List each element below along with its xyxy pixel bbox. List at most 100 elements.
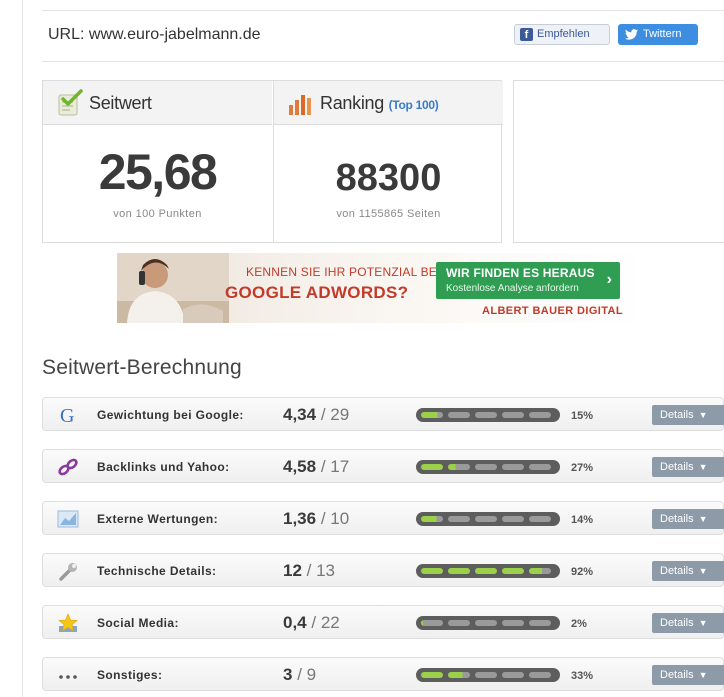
- progress-segment: [502, 620, 524, 626]
- ranking-header: Ranking (Top 100): [274, 81, 503, 125]
- seitwert-caption: von 100 Punkten: [113, 208, 202, 220]
- details-label: Details: [660, 461, 694, 473]
- progress-segment: [529, 672, 551, 678]
- row-label: Sonstiges:: [97, 668, 163, 682]
- row-score: 1,36: [283, 509, 317, 528]
- row-score-wrap: 0,4 / 22: [283, 613, 340, 633]
- ranking-card: Ranking (Top 100) 88300 von 1155865 Seit…: [273, 81, 503, 242]
- progress-segment: [448, 568, 470, 574]
- url-text: URL: www.euro-jabelmann.de: [48, 26, 261, 43]
- seitwert-card: Seitwert 25,68 von 100 Punkten: [43, 81, 272, 242]
- progress-segment: [502, 464, 524, 470]
- svg-text:G: G: [60, 405, 74, 425]
- ad-headline-2: GOOGLE ADWORDS?: [225, 283, 409, 302]
- progress-segment: [475, 464, 497, 470]
- ad-cta-title: WIR FINDEN ES HERAUS: [446, 266, 595, 280]
- row-score-max: 17: [330, 457, 350, 476]
- seitwert-header: Seitwert: [43, 81, 272, 125]
- chart-icon: [57, 509, 79, 529]
- facebook-recommend-label: Empfehlen: [537, 28, 590, 40]
- adwords-ad-banner[interactable]: KENNEN SIE IHR POTENZIAL BEI GOOGLE ADWO…: [117, 253, 647, 323]
- progress-bar: [416, 668, 560, 682]
- progress-segment: [475, 672, 497, 678]
- score-row: Externe Wertungen: 1,36 / 10 14% Details ▼: [42, 501, 724, 535]
- row-score: 4,58: [283, 457, 317, 476]
- progress-segment: [529, 412, 551, 418]
- progress-segment: [448, 464, 470, 470]
- row-percent: 2%: [571, 618, 587, 630]
- twitter-label: Twittern: [643, 28, 682, 40]
- caret-down-icon: ▼: [698, 618, 708, 628]
- progress-segment: [448, 620, 470, 626]
- row-score-separator: /: [301, 561, 317, 580]
- progress-segment: [421, 464, 443, 470]
- chain-link-icon: [57, 457, 79, 477]
- row-percent: 15%: [571, 410, 594, 422]
- ad-cta-button[interactable]: WIR FINDEN ES HERAUS Kostenlose Analyse …: [436, 262, 620, 299]
- row-label: Social Media:: [97, 616, 179, 630]
- score-row: Social Media: 0,4 / 22 2% Details ▼: [42, 605, 724, 639]
- progress-segment: [421, 620, 443, 626]
- ad-headline-1: KENNEN SIE IHR POTENZIAL BEI: [246, 265, 441, 279]
- progress-segment: [448, 412, 470, 418]
- caret-down-icon: ▼: [698, 670, 708, 680]
- progress-bar: [416, 616, 560, 630]
- row-score-wrap: 12 / 13: [283, 561, 335, 581]
- row-percent: 27%: [571, 462, 594, 474]
- row-score-max: 9: [306, 665, 317, 684]
- row-label: Gewichtung bei Google:: [97, 408, 244, 422]
- details-label: Details: [660, 513, 694, 525]
- facebook-icon: f: [520, 28, 533, 41]
- progress-segment: [529, 516, 551, 522]
- twitter-button[interactable]: Twittern: [618, 24, 698, 45]
- details-button[interactable]: Details ▼: [652, 561, 724, 581]
- row-label: Externe Wertungen:: [97, 512, 218, 526]
- facebook-recommend-button[interactable]: f Empfehlen: [514, 24, 610, 45]
- details-button[interactable]: Details ▼: [652, 665, 724, 685]
- twitter-bird-icon: [625, 29, 638, 40]
- progress-segment: [475, 620, 497, 626]
- row-score-separator: /: [316, 457, 331, 476]
- progress-segment: [529, 464, 551, 470]
- progress-segment: [421, 412, 443, 418]
- row-label: Backlinks und Yahoo:: [97, 460, 230, 474]
- progress-segment: [421, 672, 443, 678]
- progress-bar: [416, 512, 560, 526]
- details-button[interactable]: Details ▼: [652, 457, 724, 477]
- wrench-icon: [57, 561, 79, 581]
- progress-segment: [421, 568, 443, 574]
- score-row: Sonstiges: 3 / 9 33% Details ▼: [42, 657, 724, 691]
- seitwert-value: 25,68: [98, 144, 218, 200]
- ranking-title-wrap: Ranking (Top 100): [320, 93, 439, 114]
- caret-down-icon: ▼: [698, 566, 708, 576]
- caret-down-icon: ▼: [698, 410, 708, 420]
- row-score-separator: /: [316, 405, 331, 424]
- details-button[interactable]: Details ▼: [652, 405, 724, 425]
- row-score-separator: /: [316, 509, 331, 528]
- checklist-icon: [58, 89, 83, 116]
- empty-side-box: [513, 80, 724, 243]
- ranking-value: 88300: [335, 157, 442, 199]
- progress-segment: [529, 568, 551, 574]
- row-score: 4,34: [283, 405, 317, 424]
- row-score-wrap: 4,58 / 17: [283, 457, 349, 477]
- ranking-top-badge[interactable]: (Top 100): [389, 98, 439, 112]
- row-score-wrap: 3 / 9: [283, 665, 316, 685]
- ranking-caption: von 1155865 Seiten: [336, 208, 441, 220]
- left-divider: [22, 0, 23, 697]
- url-header: URL: www.euro-jabelmann.de f Empfehlen T…: [42, 10, 724, 62]
- progress-segment: [448, 672, 470, 678]
- progress-segment: [529, 620, 551, 626]
- row-score-separator: /: [306, 613, 321, 632]
- progress-segment: [448, 516, 470, 522]
- caret-down-icon: ▼: [698, 462, 708, 472]
- progress-bar: [416, 460, 560, 474]
- seitwert-title: Seitwert: [89, 93, 152, 113]
- details-button[interactable]: Details ▼: [652, 509, 724, 529]
- details-button[interactable]: Details ▼: [652, 613, 724, 633]
- google-icon: G: [57, 405, 79, 427]
- row-score-max: 29: [330, 405, 350, 424]
- details-label: Details: [660, 617, 694, 629]
- caret-down-icon: ▼: [698, 514, 708, 524]
- details-label: Details: [660, 409, 694, 421]
